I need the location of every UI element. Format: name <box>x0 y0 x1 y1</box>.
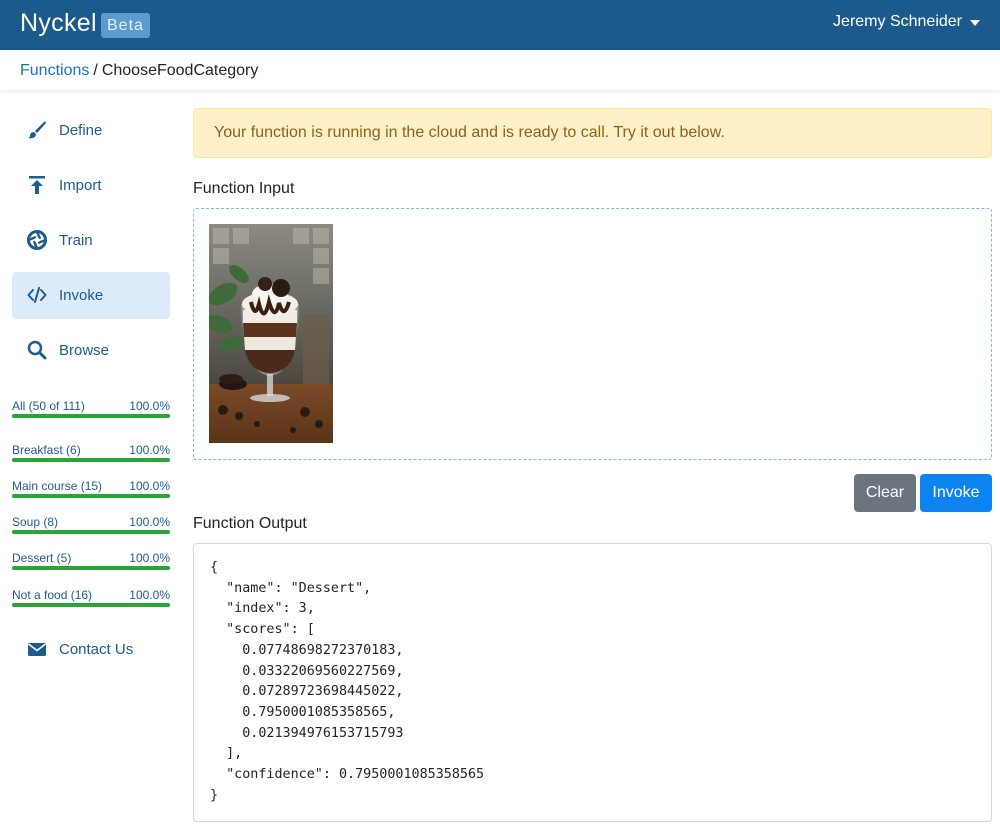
breadcrumb: Functions / ChooseFoodCategory <box>20 62 258 80</box>
category-progress-bar <box>12 530 170 534</box>
breadcrumb-functions-link[interactable]: Functions <box>20 62 89 79</box>
function-input-title: Function Input <box>193 180 295 197</box>
breadcrumb-current: ChooseFoodCategory <box>101 62 259 79</box>
category-percent: 100.0% <box>129 515 170 529</box>
category-percent: 100.0% <box>129 551 170 565</box>
sidebar-item-contact-us[interactable]: Contact Us <box>12 626 170 673</box>
category-soup[interactable]: Soup (8) 100.0% <box>12 515 170 539</box>
brush-icon <box>28 121 46 139</box>
sidebar-item-import[interactable]: Import <box>12 162 170 209</box>
category-progress-fill <box>12 530 170 534</box>
invoke-button[interactable]: Invoke <box>920 474 992 512</box>
category-progress-fill <box>12 566 170 570</box>
category-progress-fill <box>12 414 170 418</box>
category-breakfast[interactable]: Breakfast (6) 100.0% <box>12 443 170 467</box>
caret-down-icon[interactable] <box>970 20 980 26</box>
category-label[interactable]: Dessert (5) <box>12 551 71 565</box>
category-progress-fill <box>12 603 170 607</box>
sidebar-item-label: Browse <box>59 342 110 359</box>
category-label[interactable]: Breakfast (6) <box>12 443 81 457</box>
input-image <box>209 224 333 443</box>
search-icon <box>27 340 47 360</box>
sidebar-item-label: Contact Us <box>59 641 134 658</box>
user-name[interactable]: Jeremy Schneider <box>833 13 962 31</box>
category-main-course[interactable]: Main course (15) 100.0% <box>12 479 170 503</box>
category-label[interactable]: Main course (15) <box>12 479 102 493</box>
user-menu[interactable]: Jeremy Schneider <box>833 13 980 31</box>
category-all[interactable]: All (50 of 111) 100.0% <box>12 399 170 423</box>
sidebar-item-define[interactable]: Define <box>12 107 170 154</box>
category-percent: 100.0% <box>129 399 170 413</box>
category-progress-fill <box>12 494 170 498</box>
sidebar: Define Import Train Invoke Browse All (5… <box>0 90 182 827</box>
function-output-title: Function Output <box>193 515 307 532</box>
category-progress-bar <box>12 458 170 462</box>
clear-button[interactable]: Clear <box>854 474 916 512</box>
brand-logo[interactable]: Nyckel <box>20 9 97 38</box>
aperture-icon <box>27 230 47 250</box>
category-percent: 100.0% <box>129 479 170 493</box>
breadcrumb-separator: / <box>93 62 98 79</box>
category-dessert[interactable]: Dessert (5) 100.0% <box>12 551 170 575</box>
status-alert: Your function is running in the cloud an… <box>193 108 992 158</box>
category-label[interactable]: Soup (8) <box>12 515 58 529</box>
top-navbar: Nyckel Beta Jeremy Schneider <box>0 0 1000 50</box>
sidebar-item-label: Define <box>59 122 103 139</box>
category-progress-bar <box>12 603 170 607</box>
sidebar-item-label: Import <box>59 177 102 194</box>
dessert-image <box>209 224 333 443</box>
category-percent: 100.0% <box>129 588 170 602</box>
sidebar-item-label: Train <box>59 232 93 249</box>
category-progress-bar <box>12 414 170 418</box>
category-label[interactable]: Not a food (16) <box>12 588 92 602</box>
category-label[interactable]: All (50 of 111) <box>12 399 85 413</box>
sidebar-item-browse[interactable]: Browse <box>12 327 170 374</box>
envelope-icon <box>28 643 46 656</box>
function-input-dropzone[interactable] <box>193 208 992 460</box>
function-output-json: { "name": "Dessert", "index": 3, "scores… <box>210 560 485 803</box>
code-icon <box>27 287 47 303</box>
breadcrumb-bar: Functions / ChooseFoodCategory <box>0 50 1000 90</box>
category-progress-fill <box>12 458 170 462</box>
category-percent: 100.0% <box>129 443 170 457</box>
upload-icon <box>29 176 45 194</box>
beta-badge: Beta <box>101 13 150 38</box>
category-not-a-food[interactable]: Not a food (16) 100.0% <box>12 588 170 612</box>
function-output-panel: { "name": "Dessert", "index": 3, "scores… <box>193 543 992 822</box>
category-progress-bar <box>12 494 170 498</box>
sidebar-item-label: Invoke <box>59 287 104 304</box>
sidebar-item-invoke[interactable]: Invoke <box>12 272 170 319</box>
category-progress-bar <box>12 566 170 570</box>
sidebar-item-train[interactable]: Train <box>12 217 170 264</box>
